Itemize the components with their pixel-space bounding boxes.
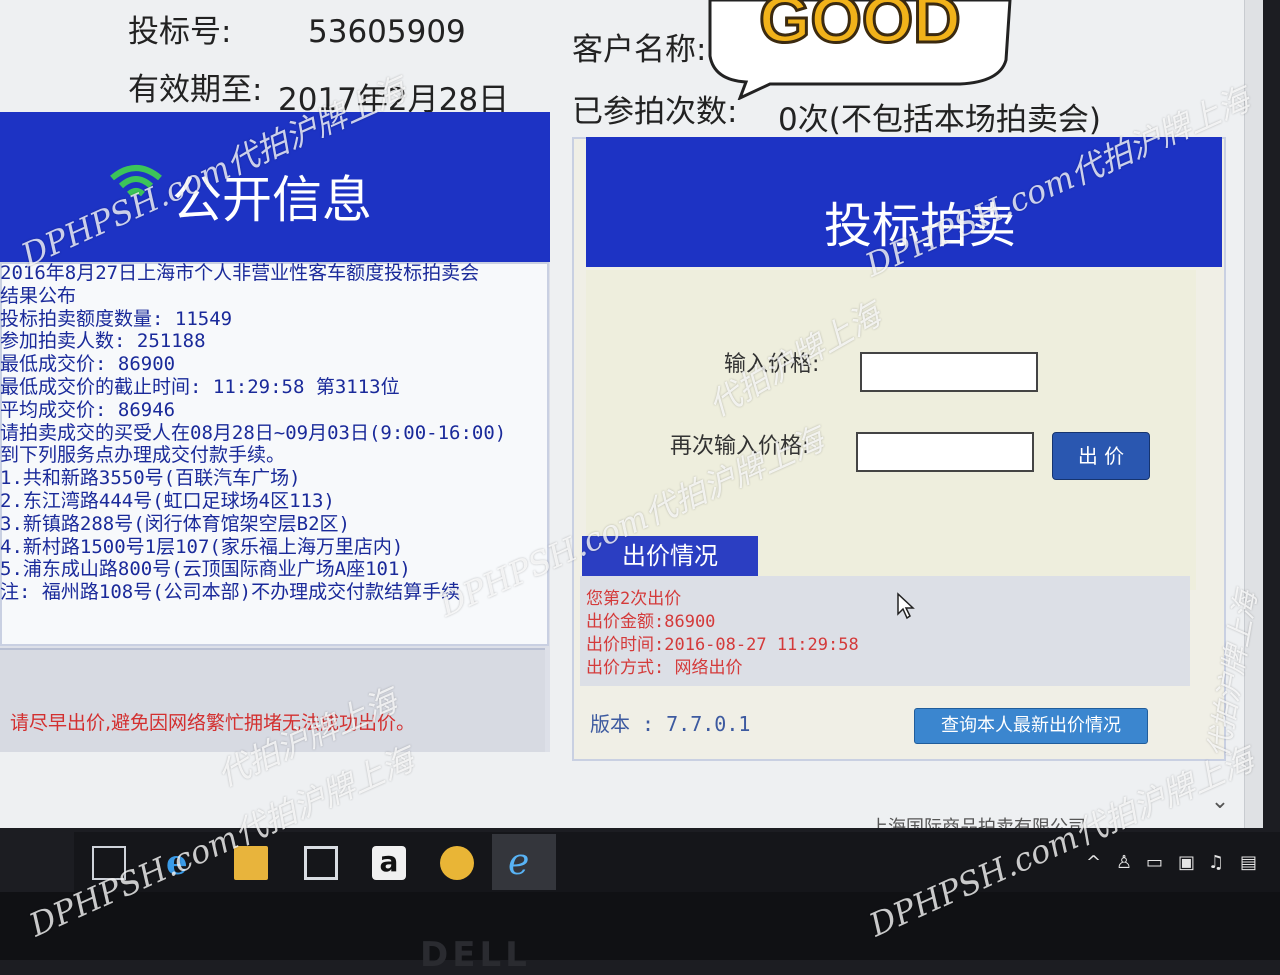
notice-line: 结果公布	[0, 284, 77, 307]
dell-logo: DELL	[420, 935, 531, 975]
bid-count-value: 0次(不包括本场拍卖会)	[778, 102, 1101, 138]
query-latest-bid-button[interactable]: 查询本人最新出价情况	[914, 708, 1148, 744]
notice-line: 4.新村路1500号1层107(家乐福上海万里店内)	[0, 535, 404, 558]
confirm-price-input[interactable]	[856, 432, 1034, 472]
battery-icon[interactable]: ▭	[1146, 852, 1163, 873]
notice-line: 参加拍卖人数: 251188	[0, 330, 206, 353]
bid-status-line: 出价时间:2016-08-27 11:29:58	[586, 635, 859, 655]
good-sticker: GOOD	[708, 0, 1012, 100]
sticker-text: GOOD	[759, 0, 961, 56]
monitor-bezel	[0, 892, 1280, 960]
network-icon[interactable]: ▣	[1178, 852, 1195, 873]
bid-status-line: 出价金额:86900	[586, 612, 716, 632]
bid-number-value: 53605909	[308, 14, 466, 50]
notice-line: 5.浦东成山路800号(云顶国际商业广场A座101)	[0, 558, 411, 581]
notice-line: 投标拍卖额度数量: 11549	[0, 307, 233, 330]
notice-line: 最低成交价的截止时间: 11:29:58 第3113位	[0, 375, 400, 398]
bid-number-label: 投标号:	[128, 14, 232, 50]
notice-line: 2.东江湾路444号(虹口足球场4区113)	[0, 489, 335, 512]
notice-line: 最低成交价: 86900	[0, 353, 176, 376]
notice-line: 平均成交价: 86946	[0, 398, 176, 421]
bid-status-line: 出价方式: 网络出价	[586, 658, 743, 678]
store-icon[interactable]	[304, 846, 338, 880]
bid-button[interactable]: 出 价	[1052, 432, 1150, 480]
notice-line: 注: 福州路108号(公司本部)不办理成交付款结算手续	[0, 581, 461, 604]
user-icon[interactable]: ♙	[1116, 852, 1132, 873]
car-app-icon[interactable]	[440, 846, 474, 880]
volume-icon[interactable]: ♫	[1208, 852, 1224, 873]
notification-icon[interactable]: ▤	[1240, 852, 1257, 873]
customer-name-label: 客户名称:	[572, 32, 707, 68]
page-scrollbar[interactable]	[1244, 0, 1263, 828]
cursor-icon	[897, 592, 915, 620]
ie-icon[interactable]: e	[508, 845, 542, 881]
valid-until-label: 有效期至:	[128, 72, 263, 108]
amazon-icon[interactable]: a	[372, 846, 406, 880]
bid-status-line: 您第2次出价	[586, 589, 682, 609]
notice-line: 到下列服务点办理成交付款手续。	[0, 444, 286, 467]
price-input[interactable]	[860, 352, 1038, 392]
notice-line: 2016年8月27日上海市个人非营业性客车额度投标拍卖会	[0, 262, 480, 284]
notice-line: 1.共和新路3550号(百联汽车广场)	[0, 467, 301, 490]
notice-line: 请拍卖成交的买受人在08月28日~09月03日(9:00-16:00)	[0, 421, 507, 444]
public-info-notice: 2016年8月27日上海市个人非营业性客车额度投标拍卖会 结果公布 投标拍卖额度…	[0, 262, 506, 604]
tray-up-arrow-icon[interactable]: ^	[1086, 852, 1101, 873]
notice-line: 3.新镇路288号(闵行体育馆架空层B2区)	[0, 512, 350, 535]
version-text: 版本 : 7.7.0.1	[590, 712, 751, 736]
